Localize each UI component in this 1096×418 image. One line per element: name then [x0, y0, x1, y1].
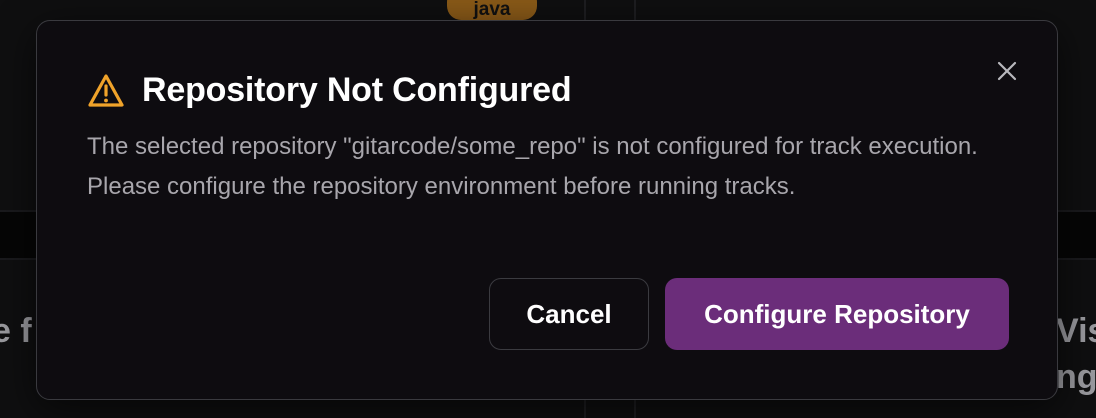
language-tag: java: [447, 0, 537, 20]
close-icon: [997, 61, 1017, 81]
dialog-message: The selected repository "gitarcode/some_…: [87, 133, 978, 200]
background-card-title: Vis: [1056, 312, 1096, 350]
dialog-title: Repository Not Configured: [142, 71, 572, 109]
background-card-title: ng: [1056, 358, 1096, 396]
repository-not-configured-dialog: Repository Not Configured The selected r…: [36, 20, 1058, 400]
warning-triangle-icon: [87, 72, 125, 110]
cancel-button[interactable]: Cancel: [489, 278, 649, 350]
background-card-title: e f: [0, 312, 32, 350]
configure-repository-button[interactable]: Configure Repository: [665, 278, 1009, 350]
close-button[interactable]: [993, 57, 1021, 85]
dialog-actions: Cancel Configure Repository: [489, 278, 1009, 350]
dialog-header: Repository Not Configured: [87, 71, 572, 110]
